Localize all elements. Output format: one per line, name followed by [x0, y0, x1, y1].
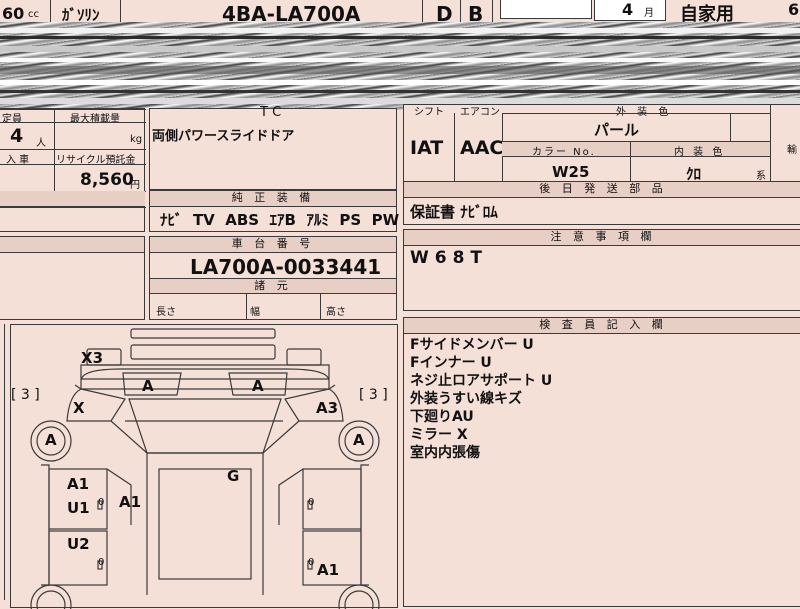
mark-u2: U2	[67, 535, 90, 553]
handle-mark-4: 0	[308, 557, 315, 568]
exterior-color-header: 外 装 色	[616, 103, 672, 118]
redacted-glitch-band	[0, 22, 800, 110]
feature-partial-head: T C	[260, 105, 282, 120]
handle-mark-2: 0	[98, 557, 105, 568]
left-info-block: 定員 最大積載量 4 人 kg 入 車 リサイクル預託金 8,560 円	[0, 108, 146, 232]
mark-wheel-a-right: A	[353, 431, 365, 449]
interior-color-suffix: 系	[756, 171, 766, 182]
feature-line-1: 両側パワースライドドア	[152, 129, 295, 144]
inspector-header: 検 査 員 記 入 欄	[404, 318, 800, 334]
recycle-value: 8,560	[80, 170, 134, 190]
displacement-value: 60	[2, 4, 25, 23]
color-no-header: カラー No.	[532, 147, 596, 158]
car-outline-drawing	[30, 328, 380, 609]
month-value: 4	[622, 0, 634, 19]
mark-front-a-right: A	[252, 377, 264, 395]
recycle-unit: 円	[130, 180, 140, 191]
inspector-note: ミラー X	[410, 427, 468, 443]
inspector-notes: Fサイドメンバー U Fインナー U ネジ止ロアサポート U 外装うすい線キズ …	[410, 336, 552, 462]
left-edge-fragment	[0, 324, 5, 600]
handle-mark-3: 0	[308, 497, 315, 508]
exterior-color-value: パール	[594, 121, 640, 139]
mark-front-a-left: A	[142, 377, 154, 395]
factory-equipment-items: ﾅﾋﾞ TV ABS ｴｱB ｱﾙﾐ PS PW	[160, 211, 400, 229]
mark-a3: A3	[316, 399, 339, 417]
inspector-note: 下廻りAU	[410, 409, 474, 425]
shift-header: シフト	[414, 107, 444, 118]
inspector-note: 室内内張傷	[410, 445, 480, 461]
edge-digit: 6	[788, 0, 800, 19]
inspector-box: 検 査 員 記 入 欄 Fサイドメンバー U Fインナー U ネジ止ロアサポート…	[403, 317, 800, 607]
chassis-number: LA700A-0033441	[190, 255, 382, 279]
caution-header: 注 意 事 項 欄	[404, 230, 800, 246]
spec-height: 高さ	[326, 307, 346, 318]
chassis-box: 車 台 番 号 LA700A-0033441 諸 元 長さ 幅 高さ	[149, 236, 397, 320]
inspector-note: Fサイドメンバー U	[410, 337, 534, 353]
capacity-value: 4	[10, 125, 24, 147]
capacity-unit: 人	[36, 138, 46, 149]
mark-a1-mid: A1	[119, 493, 142, 511]
factory-equipment-header: 純 正 装 備	[150, 191, 396, 207]
shift-value: IAT	[410, 137, 444, 159]
later-parts-header: 後 日 発 送 部 品	[404, 182, 800, 198]
specs-header: 諸 元	[150, 278, 396, 294]
tire-count-right: [ 3 ]	[359, 387, 388, 403]
displacement-unit: cc	[28, 9, 39, 20]
mark-u1-left: U1	[67, 499, 90, 517]
import-header: 輸	[787, 145, 797, 156]
color-no-value: W25	[552, 163, 590, 181]
left-mid-box	[0, 236, 145, 320]
caution-box: 注 意 事 項 欄 W68T	[403, 229, 800, 311]
right-top-block: シフト エアコン 外 装 色 輸 IAT AAC パール カラー No. 内 装…	[403, 103, 800, 183]
mark-x3: X3	[81, 349, 104, 367]
later-parts-box: 後 日 発 送 部 品 保証書 ﾅﾋﾞﾛﾑ	[403, 181, 800, 225]
spec-length: 長さ	[156, 307, 176, 318]
interior-color-header: 内 装 色	[674, 147, 726, 158]
mark-a1-right: A1	[317, 561, 340, 579]
load-unit: kg	[130, 134, 143, 145]
inspector-note: Fインナー U	[410, 355, 492, 371]
damage-map: [ 3 ] [ 3 ] X3 A A X A3 A A G A1 U1 A1 U…	[10, 324, 398, 609]
aircon-header: エアコン	[460, 107, 500, 118]
mark-x: X	[73, 399, 85, 417]
month-unit: 月	[644, 8, 654, 19]
spec-width: 幅	[250, 307, 260, 318]
mark-a1-left: A1	[67, 475, 90, 493]
caution-value: W68T	[410, 248, 489, 268]
factory-equipment-box: 純 正 装 備 ﾅﾋﾞ TV ABS ｴｱB ｱﾙﾐ PS PW	[149, 190, 400, 232]
aircon-value: AAC	[460, 137, 504, 159]
handle-mark-1: 0	[98, 497, 105, 508]
inspector-note: ネジ止ロアサポート U	[410, 373, 553, 389]
feature-box: T C 両側パワースライドドア	[149, 105, 397, 190]
later-parts-value: 保証書 ﾅﾋﾞﾛﾑ	[410, 203, 498, 221]
mark-wheel-a-left: A	[45, 431, 57, 449]
mark-g: G	[227, 467, 240, 485]
inspector-note: 外装うすい線キズ	[410, 391, 522, 407]
tire-count-left: [ 3 ]	[11, 387, 40, 403]
chassis-header: 車 台 番 号	[150, 237, 396, 253]
